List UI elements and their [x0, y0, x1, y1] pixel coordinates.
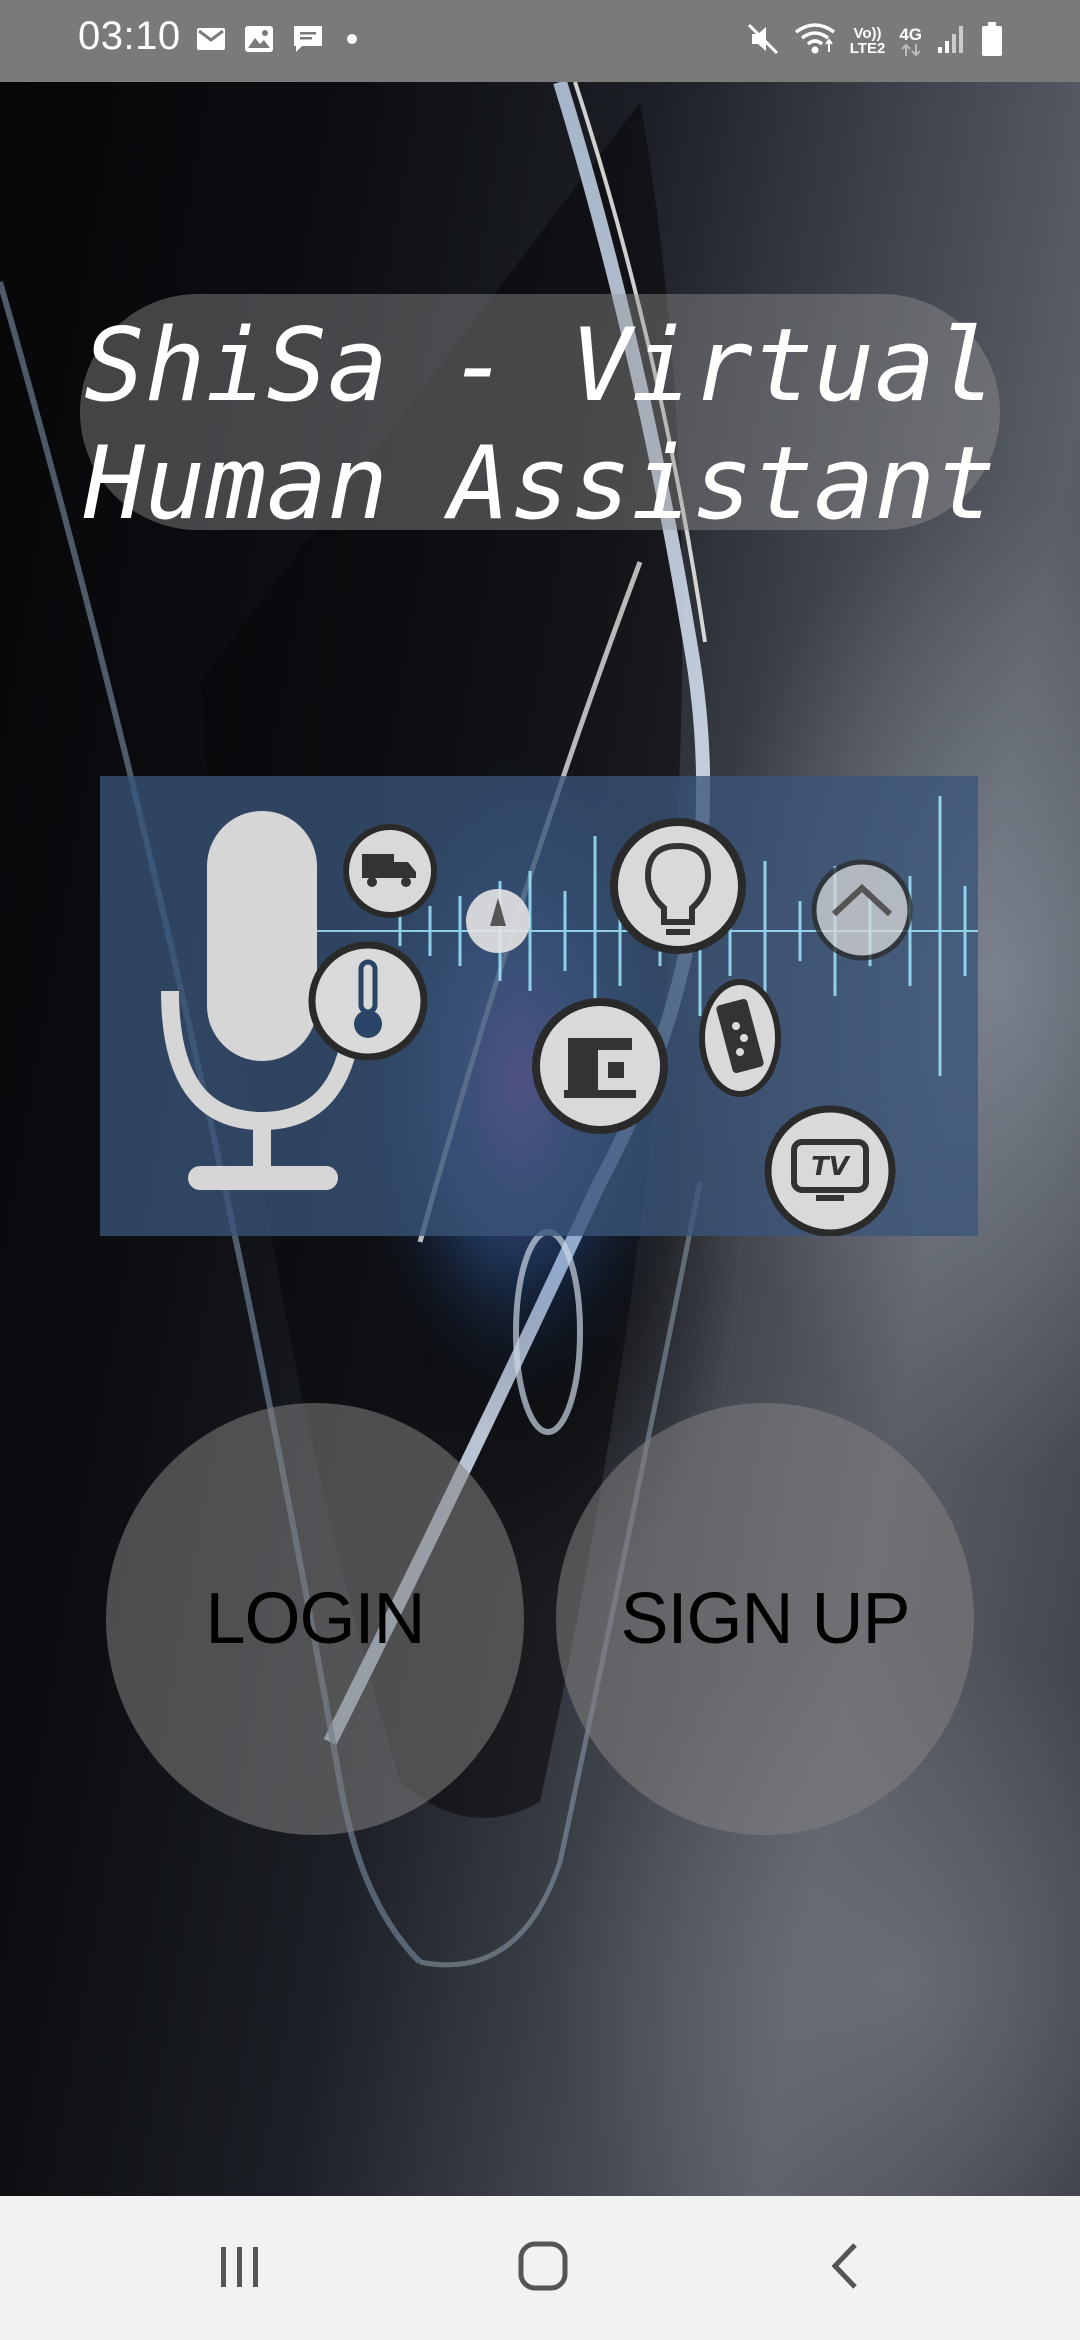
- screen: 03:10 Vo)) LTE2 4G ShiSa - Virtual Human…: [0, 0, 1080, 2340]
- recents-icon: [215, 2243, 265, 2294]
- network-arrows-icon: 4G: [899, 26, 922, 57]
- back-button[interactable]: [795, 2228, 895, 2308]
- app-title: ShiSa - Virtual Human Assistant: [84, 306, 997, 542]
- remote-control-icon: [699, 979, 781, 1097]
- coffee-machine-icon: [532, 998, 668, 1134]
- volte-icon: Vo)) LTE2: [850, 26, 886, 56]
- status-left-icons: [196, 24, 362, 58]
- message-icon: [292, 24, 324, 59]
- banner-tv-text: TV: [811, 1152, 851, 1182]
- tv-icon: TV: [764, 1105, 896, 1236]
- volte-label-top: Vo)): [853, 25, 882, 42]
- home-device-icon: [811, 859, 913, 961]
- truck-icon: [343, 824, 437, 918]
- signup-button[interactable]: SIGN UP: [556, 1403, 974, 1835]
- back-icon: [827, 2241, 863, 2296]
- signal-icon: [936, 23, 966, 60]
- thermometer-icon: [308, 941, 428, 1061]
- volte-label-bottom: LTE2: [849, 40, 886, 57]
- voice-assistant-banner: TV: [100, 776, 978, 1236]
- crystal-icon: [466, 889, 530, 953]
- status-right-icons: Vo)) LTE2 4G: [746, 18, 1004, 64]
- status-bar: 03:10 Vo)) LTE2 4G: [0, 0, 1080, 82]
- recents-button[interactable]: [190, 2228, 290, 2308]
- status-time: 03:10: [78, 14, 181, 58]
- network-label: 4G: [899, 24, 922, 44]
- login-button[interactable]: LOGIN: [106, 1403, 524, 1835]
- banner-illustration: TV: [100, 776, 978, 1236]
- lightbulb-icon: [610, 818, 746, 954]
- battery-icon: [980, 21, 1004, 62]
- home-icon: [517, 2240, 569, 2297]
- notification-dot-icon: [342, 29, 362, 54]
- navigation-bar: [0, 2196, 1080, 2340]
- gallery-icon: [244, 25, 274, 58]
- mute-icon: [746, 22, 780, 61]
- gmail-icon: [196, 26, 226, 57]
- home-button[interactable]: [493, 2228, 593, 2308]
- wifi-icon: [794, 22, 836, 61]
